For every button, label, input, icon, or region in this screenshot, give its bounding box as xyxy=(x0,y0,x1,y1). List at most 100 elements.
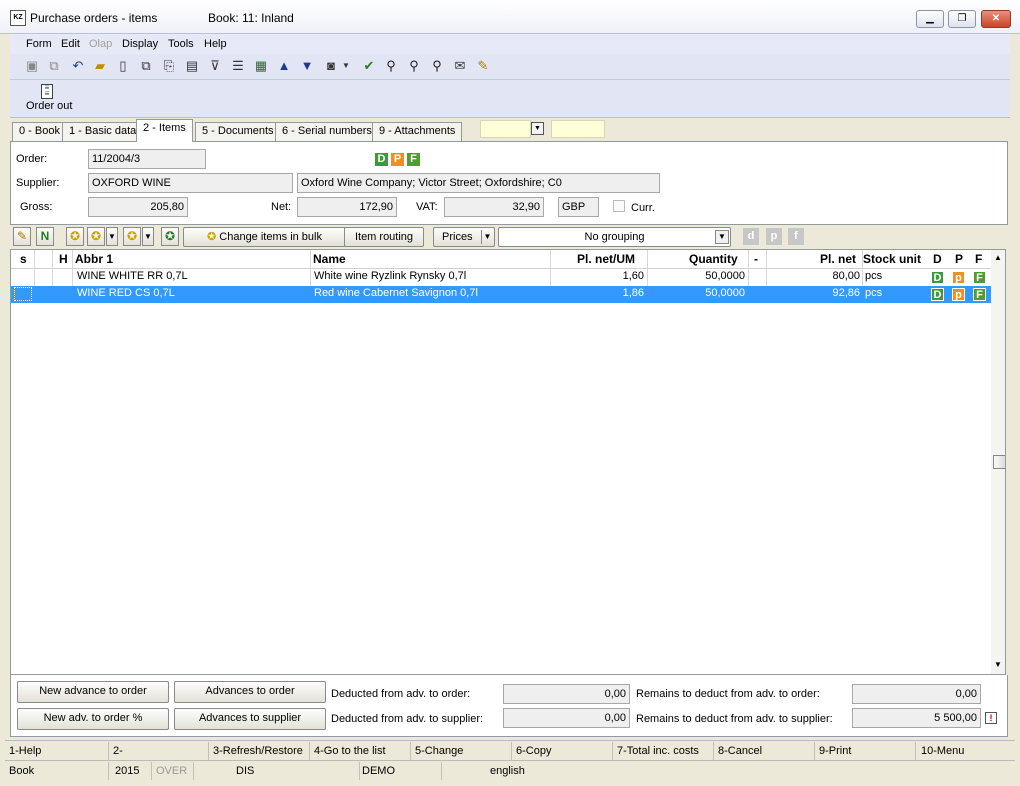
col-quantity[interactable]: Quantity xyxy=(689,252,738,266)
tab-serial-numbers[interactable]: 6 - Serial numbers xyxy=(275,122,379,141)
tab-attachments[interactable]: 9 - Attachments xyxy=(372,122,463,141)
edit-pencil-icon[interactable]: ✎ xyxy=(13,227,31,246)
chevron-down-icon[interactable]: ▼ xyxy=(106,227,118,246)
currency-field[interactable]: GBP xyxy=(558,197,599,217)
binoculars-next-icon[interactable]: ⚲ xyxy=(406,58,422,74)
camera-icon[interactable]: ◙ xyxy=(323,58,339,74)
table-row[interactable]: WINE WHITE RR 0,7L White wine Ryzlink Ry… xyxy=(11,269,991,286)
scroll-down-icon[interactable]: ▼ xyxy=(994,660,1002,669)
order-out-button[interactable]: Order out xyxy=(26,100,72,112)
chevron-down-icon[interactable]: ▼ xyxy=(341,58,351,74)
new-item-icon[interactable]: N xyxy=(36,227,54,246)
fkey-refresh[interactable]: 3-Refresh/Restore xyxy=(213,745,303,757)
grouping-select[interactable]: No grouping ▼ xyxy=(498,227,731,247)
chevron-down-icon: ▼ xyxy=(481,230,493,244)
tab-documents[interactable]: 5 - Documents xyxy=(195,122,281,141)
fkey-print[interactable]: 9-Print xyxy=(819,745,851,757)
p-badge[interactable]: p xyxy=(952,271,965,284)
vat-field[interactable]: 32,90 xyxy=(444,197,544,217)
fkey-menu[interactable]: 10-Menu xyxy=(921,745,964,757)
col-dash[interactable]: - xyxy=(754,252,758,266)
mail-icon[interactable]: ✉ xyxy=(452,58,468,74)
curr-checkbox[interactable] xyxy=(613,200,625,212)
remains-order-field[interactable]: 0,00 xyxy=(852,684,981,704)
tab-book[interactable]: 0 - Book xyxy=(12,122,67,141)
check-icon[interactable]: ✔ xyxy=(361,58,377,74)
order-field[interactable]: 11/2004/3 xyxy=(88,149,206,169)
gross-field[interactable]: 205,80 xyxy=(88,197,188,217)
menu-display[interactable]: Display xyxy=(122,38,158,50)
menu-form[interactable]: Form xyxy=(26,38,52,50)
col-h[interactable]: H xyxy=(59,252,68,266)
col-plnet[interactable]: Pl. net xyxy=(820,252,856,266)
copy-icon[interactable]: ⧉ xyxy=(138,58,154,74)
fkey-total-costs[interactable]: 7-Total inc. costs xyxy=(617,745,699,757)
scroll-thumb[interactable] xyxy=(993,455,1005,469)
dropdown-arrow-icon[interactable]: ▼ xyxy=(531,122,544,135)
col-abbr[interactable]: Abbr 1 xyxy=(75,252,113,266)
paste-icon[interactable]: ⎘ xyxy=(161,58,177,74)
undo-icon[interactable]: ↶ xyxy=(70,58,86,74)
fkey-cancel[interactable]: 8-Cancel xyxy=(718,745,762,757)
p-badge[interactable]: p xyxy=(952,288,965,301)
menu-edit[interactable]: Edit xyxy=(61,38,80,50)
prices-button[interactable]: Prices ▼ xyxy=(433,227,495,247)
menu-tools[interactable]: Tools xyxy=(168,38,194,50)
alert-icon[interactable]: ! xyxy=(985,712,997,724)
f-badge[interactable]: F xyxy=(973,271,986,284)
fkey-copy[interactable]: 6-Copy xyxy=(516,745,551,757)
col-p[interactable]: P xyxy=(955,252,963,266)
supplier-field[interactable]: OXFORD WINE xyxy=(88,173,293,193)
supplier-address-field[interactable]: Oxford Wine Company; Victor Street; Oxfo… xyxy=(297,173,660,193)
f-badge[interactable]: F xyxy=(973,288,986,301)
fkey-go-to-list[interactable]: 4-Go to the list xyxy=(314,745,386,757)
star-icon[interactable]: ✪ xyxy=(66,227,84,246)
maximize-button[interactable]: ❐ xyxy=(948,10,976,28)
arrow-down-icon[interactable]: ▼ xyxy=(299,58,315,74)
tab-items[interactable]: 2 - Items xyxy=(136,119,193,142)
chevron-down-icon[interactable]: ▼ xyxy=(142,227,154,246)
table-row-selected[interactable]: WINE RED CS 0,7L Red wine Cabernet Savig… xyxy=(11,286,991,303)
menu-help[interactable]: Help xyxy=(204,38,227,50)
vertical-scrollbar[interactable]: ▲ ▼ xyxy=(991,250,1005,674)
fkey-2[interactable]: 2- xyxy=(113,745,123,757)
close-button[interactable]: ✕ xyxy=(981,10,1011,28)
star-edit-icon[interactable]: ✪ xyxy=(123,227,141,246)
tab-basic-data[interactable]: 1 - Basic data xyxy=(62,122,144,141)
col-stock-unit[interactable]: Stock unit xyxy=(863,252,921,266)
stack-icon[interactable]: ▦ xyxy=(253,58,269,74)
col-f[interactable]: F xyxy=(975,252,982,266)
col-d[interactable]: D xyxy=(933,252,942,266)
new-adv-pct-button[interactable]: New adv. to order % xyxy=(17,708,169,730)
arrow-up-icon[interactable]: ▲ xyxy=(276,58,292,74)
scroll-up-icon[interactable]: ▲ xyxy=(994,253,1002,262)
notes-icon[interactable]: ✎ xyxy=(475,58,491,74)
advances-to-order-button[interactable]: Advances to order xyxy=(174,681,326,703)
document-icon[interactable]: ≡ ≡ xyxy=(41,84,53,99)
deducted-supplier-field[interactable]: 0,00 xyxy=(503,708,630,728)
item-routing-button[interactable]: Item routing xyxy=(344,227,424,247)
d-badge[interactable]: D xyxy=(931,288,944,301)
new-advance-button[interactable]: New advance to order xyxy=(17,681,169,703)
advances-to-supplier-button[interactable]: Advances to supplier xyxy=(174,708,326,730)
fkey-change[interactable]: 5-Change xyxy=(415,745,463,757)
binoculars-icon[interactable]: ⚲ xyxy=(383,58,399,74)
filter-icon[interactable]: ⊽ xyxy=(207,58,223,74)
fkey-help[interactable]: 1-Help xyxy=(9,745,41,757)
remains-supplier-field[interactable]: 5 500,00 xyxy=(852,708,981,728)
deducted-order-field[interactable]: 0,00 xyxy=(503,684,630,704)
star-delete-icon[interactable]: ✪ xyxy=(161,227,179,246)
book-icon[interactable]: ▤ xyxy=(184,58,200,74)
filter-list-icon[interactable]: ☰ xyxy=(230,58,246,74)
d-badge[interactable]: D xyxy=(931,271,944,284)
minimize-button[interactable]: ▁ xyxy=(916,10,944,28)
net-field[interactable]: 172,90 xyxy=(297,197,397,217)
col-s[interactable]: s xyxy=(20,252,27,266)
col-name[interactable]: Name xyxy=(313,252,346,266)
open-folder-icon[interactable]: ▰ xyxy=(92,58,108,74)
change-items-bulk-button[interactable]: ✪ Change items in bulk xyxy=(183,227,346,247)
star-add-icon[interactable]: ✪ xyxy=(87,227,105,246)
col-plnet-um[interactable]: Pl. net/UM xyxy=(577,252,635,266)
binoculars-filter-icon[interactable]: ⚲ xyxy=(429,58,445,74)
new-document-icon[interactable]: ▯ xyxy=(115,58,131,74)
